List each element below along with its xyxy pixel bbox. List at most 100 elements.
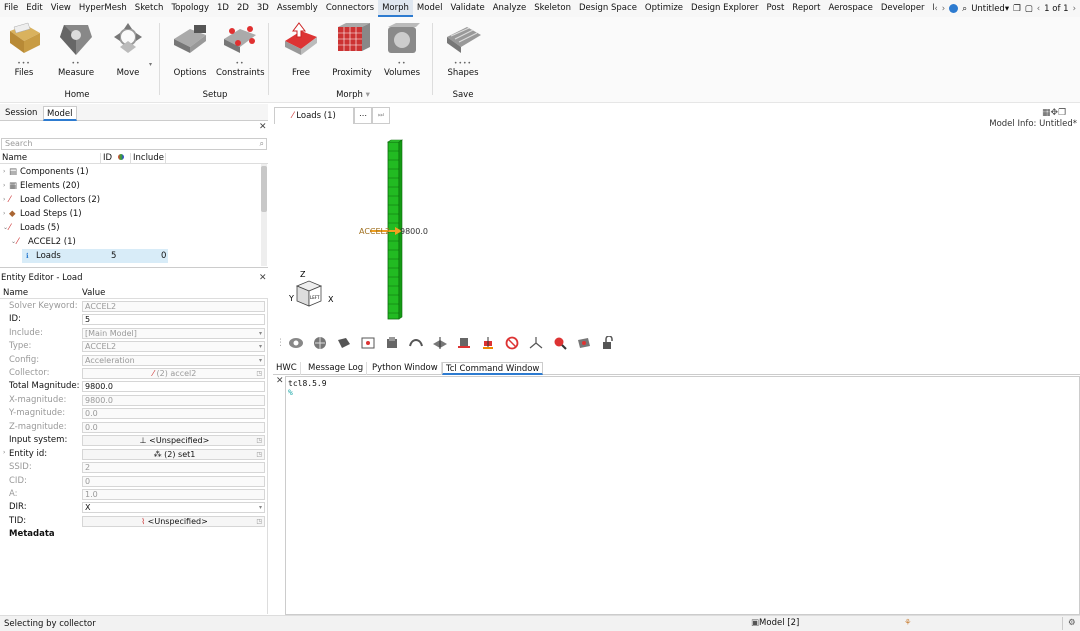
menu-analyze[interactable]: Analyze [489, 0, 531, 17]
tree-item-load-steps[interactable]: › ◆ Load Steps (1) [0, 207, 260, 221]
tree-item-loads[interactable]: ⌄ ⁄ Loads (5) [0, 221, 260, 235]
tree-scrollbar-thumb[interactable] [261, 166, 267, 212]
element-icon[interactable] [332, 333, 356, 353]
id-field[interactable]: 5 [82, 314, 265, 325]
globe-icon[interactable] [949, 4, 959, 13]
tree-item-elements[interactable]: › ▦ Elements (20) [0, 179, 260, 193]
search-icon[interactable]: ⌕ [962, 4, 967, 14]
model-indicator[interactable]: ▣Model [2] [751, 618, 799, 628]
menu-post[interactable]: Post [763, 0, 789, 17]
more-button[interactable]: ⋯ [354, 107, 372, 124]
menu-view[interactable]: View [47, 0, 75, 17]
menu-developer[interactable]: Developer [877, 0, 929, 17]
page-prev-icon[interactable]: ‹ [1037, 4, 1040, 14]
expand-icon[interactable]: › [3, 449, 5, 456]
collapse-icon[interactable]: ⌄ [11, 235, 16, 249]
tree-item-components[interactable]: › ▤ Components (1) [0, 165, 260, 179]
chevron-left-icon[interactable]: ‹ [934, 4, 937, 14]
tab-loads[interactable]: ⁄ Loads (1) [274, 107, 354, 124]
view-icon[interactable] [284, 333, 308, 353]
no-entry-icon[interactable] [500, 333, 524, 353]
col-id[interactable]: ID [103, 153, 112, 163]
collapse-icon[interactable]: ⌄ [3, 221, 8, 235]
mask-icon[interactable] [476, 333, 500, 353]
menu-topology[interactable]: Topology [167, 0, 213, 17]
files-button[interactable]: ••• Files [0, 21, 48, 78]
move-icon[interactable]: ✥ [1051, 108, 1059, 118]
shapes-button[interactable]: •••• Shapes [439, 21, 487, 78]
input-system-selector[interactable]: ⊥ <Unspecified> ◳ [82, 435, 265, 446]
menu-design-space[interactable]: Design Space [575, 0, 641, 17]
dir-select[interactable]: X ▾ [82, 502, 265, 513]
menu-report[interactable]: Report [788, 0, 824, 17]
tree-item-load-collectors[interactable]: › ⁄ Load Collectors (2) [0, 193, 260, 207]
close-icon[interactable]: ✕ [259, 122, 267, 132]
tab-model[interactable]: Model [43, 106, 77, 121]
config-select[interactable]: Acceleration ▾ [82, 355, 265, 366]
load-status-icon[interactable]: ⚘ [904, 618, 912, 628]
options-button[interactable]: Options [166, 21, 214, 78]
menu-assembly[interactable]: Assembly [273, 0, 322, 17]
tab-python-window[interactable]: Python Window [369, 362, 442, 375]
pane-splitter[interactable] [0, 267, 268, 268]
col-name[interactable]: Name [2, 153, 27, 163]
include-select[interactable]: [Main Model] ▾ [82, 328, 265, 339]
find-icon[interactable] [548, 333, 572, 353]
menu-connectors[interactable]: Connectors [322, 0, 378, 17]
group-morph[interactable]: Morph ▾ [333, 90, 373, 100]
menu-aerospace[interactable]: Aerospace [824, 0, 876, 17]
axes-icon[interactable] [524, 333, 548, 353]
menu-3d[interactable]: 3D [253, 0, 273, 17]
pan-icon[interactable] [404, 333, 428, 353]
menu-1d[interactable]: 1D [213, 0, 233, 17]
fit-icon[interactable] [356, 333, 380, 353]
skip-icon[interactable]: ⏭ [372, 107, 390, 124]
settings-icon[interactable]: ⚙ [1068, 618, 1076, 628]
menu-design-explorer[interactable]: Design Explorer [687, 0, 762, 17]
constraints-button[interactable]: •• Constraints [216, 21, 265, 78]
tab-session[interactable]: Session [2, 106, 40, 121]
menu-optimize[interactable]: Optimize [641, 0, 687, 17]
model-viewport[interactable]: ACCEL2 9800.0 [270, 130, 1080, 330]
type-select[interactable]: ACCEL2 ▾ [82, 341, 265, 352]
doc-title-dropdown[interactable]: Untitled▾ [971, 4, 1009, 14]
volumes-button[interactable]: •• Volumes [378, 21, 426, 78]
entity-id-selector[interactable]: ⁂ (2) set1 ◳ [82, 449, 265, 460]
rotate-icon[interactable] [380, 333, 404, 353]
clip-icon[interactable] [452, 333, 476, 353]
chevron-right-icon[interactable]: › [942, 4, 945, 14]
menu-hypermesh[interactable]: HyperMesh [75, 0, 131, 17]
page-next-icon[interactable]: › [1073, 4, 1076, 14]
measure-button[interactable]: •• Measure [52, 21, 100, 78]
shade-icon[interactable] [308, 333, 332, 353]
tab-hwc[interactable]: HWC [273, 362, 301, 375]
total-magnitude-field[interactable]: 9800.0 [82, 381, 265, 392]
tid-selector[interactable]: ⌇ <Unspecified> ◳ [82, 516, 265, 527]
menu-file[interactable]: File [0, 0, 22, 17]
menu-model[interactable]: Model [413, 0, 447, 17]
col-include[interactable]: Include [133, 153, 164, 163]
page-icon[interactable]: ▢ [1025, 4, 1033, 14]
expand-icon[interactable]: › [3, 179, 5, 193]
window-icon[interactable]: ❐ [1058, 108, 1066, 118]
menu-2d[interactable]: 2D [233, 0, 253, 17]
section-icon[interactable] [428, 333, 452, 353]
camera-icon[interactable] [572, 333, 596, 353]
move-dropdown-icon[interactable]: ▾ [149, 61, 152, 68]
orientation-cube-icon[interactable]: LEFT [295, 280, 323, 307]
close-icon[interactable]: ✕ [276, 376, 284, 386]
tab-message-log[interactable]: Message Log [305, 362, 368, 375]
tree-item-loads-selected[interactable]: ℹ Loads 5 0 [22, 249, 168, 263]
close-icon[interactable]: ✕ [259, 273, 267, 283]
menu-skeleton[interactable]: Skeleton [530, 0, 575, 17]
menu-validate[interactable]: Validate [446, 0, 488, 17]
expand-icon[interactable]: › [3, 165, 5, 179]
window-icon[interactable]: ❐ [1013, 4, 1021, 14]
tcl-console[interactable]: tcl8.5.9 % [285, 376, 1080, 615]
expand-icon[interactable]: › [3, 193, 5, 207]
expand-icon[interactable]: › [3, 207, 5, 221]
grip-icon[interactable]: ⋮ [276, 338, 285, 348]
menu-edit[interactable]: Edit [22, 0, 46, 17]
menu-sketch[interactable]: Sketch [131, 0, 168, 17]
tree-item-accel2[interactable]: ⌄ ⁄ ACCEL2 (1) [0, 235, 260, 249]
